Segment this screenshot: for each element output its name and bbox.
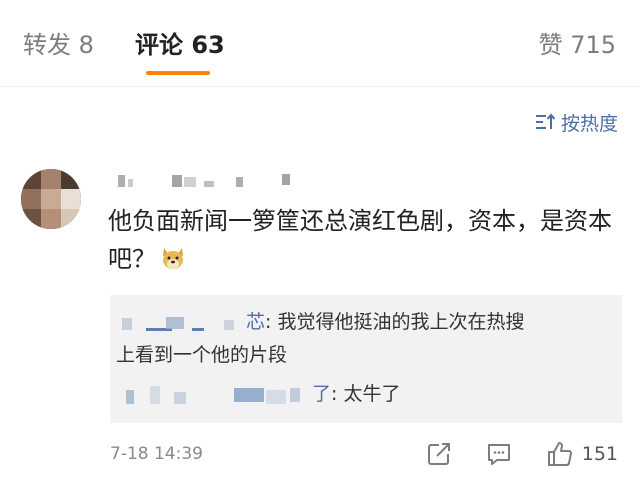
tab-comments[interactable]: 评论 63 — [135, 30, 225, 60]
tab-bar: 转发 8 评论 63 赞 715 — [0, 0, 640, 87]
reply-text: : 我觉得他挺油的我上次在热搜 — [265, 311, 525, 333]
reply-username-blurred — [126, 385, 300, 404]
sort-label: 按热度 — [560, 112, 618, 135]
sort-icon — [535, 113, 555, 129]
divider — [0, 86, 640, 87]
tab-repost[interactable]: 转发 8 — [23, 30, 94, 60]
reply-item[interactable]: 了: 太牛了 — [116, 379, 400, 409]
reply-text-continued: 上看到一个他的片段 — [116, 344, 288, 366]
reply-username-suffix[interactable]: 了 — [312, 383, 331, 405]
comment-actions: 151 — [392, 438, 618, 470]
doge-emoji-icon — [160, 244, 186, 282]
share-button[interactable] — [426, 441, 452, 467]
reply-text: : 太牛了 — [331, 383, 401, 405]
reply-item[interactable]: 芯: 我觉得他挺油的我上次在热搜 — [116, 307, 524, 337]
avatar[interactable] — [21, 169, 81, 229]
reply-button[interactable] — [486, 441, 512, 467]
reply-username-blurred — [122, 316, 234, 331]
tab-likes[interactable]: 赞 715 — [539, 30, 616, 60]
like-count: 151 — [581, 443, 618, 465]
thumbs-up-icon — [547, 442, 572, 466]
timestamp: 7-18 14:39 — [110, 444, 203, 464]
active-tab-indicator — [146, 71, 210, 75]
reply-box[interactable]: 芯: 我觉得他挺油的我上次在热搜 上看到一个他的片段 了: 太牛了 — [110, 295, 622, 423]
comment-icon — [487, 444, 510, 465]
comment-text: 他负面新闻一箩筐还总演红色剧，资本，是资本吧？ — [108, 202, 623, 282]
sort-by-hot-button[interactable]: 按热度 — [535, 109, 618, 135]
like-button[interactable]: 151 — [546, 440, 618, 468]
username-blurred[interactable] — [116, 171, 306, 189]
share-icon — [427, 443, 450, 465]
reply-username-suffix[interactable]: 芯 — [246, 311, 265, 333]
